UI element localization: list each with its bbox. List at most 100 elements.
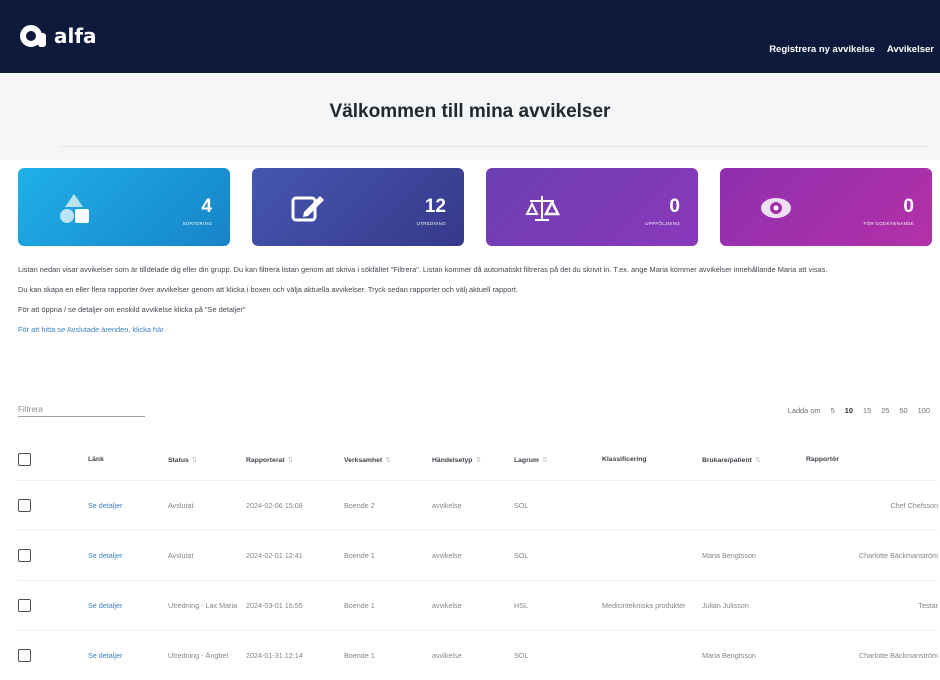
closed-cases-link[interactable]: För att hitta se Avslutade ärenden, klic… [18, 325, 164, 334]
col-header-verksamhet[interactable]: Verksamhet ⇅ [344, 440, 432, 480]
see-details-link[interactable]: Se detaljer [88, 601, 122, 610]
card-uppfoljning[interactable]: 0 UPPFÖLJNING [486, 168, 698, 246]
card-label: SORTERING [182, 221, 212, 226]
col-header-event-type[interactable]: Händelsetyp ⇅ [432, 440, 514, 480]
sort-icon: ⇅ [287, 456, 294, 464]
col-header-lagrum[interactable]: Lagrum ⇅ [514, 440, 602, 480]
row-checkbox[interactable] [18, 548, 31, 562]
sort-icon: ⇅ [385, 456, 391, 464]
cell-reported: 2024-02-06 15:08 [246, 479, 344, 530]
row-checkbox[interactable] [18, 498, 31, 512]
main-nav: Registrera ny avvikelse Avvikelser [769, 44, 934, 55]
card-count: 4 [201, 196, 212, 217]
nav-register-deviation[interactable]: Registrera ny avvikelse [769, 44, 875, 55]
cell-event-type: avvikelse [432, 579, 514, 630]
col-header-status[interactable]: Status ⇅ [168, 440, 246, 480]
cell-reported: 2024-03-01 16:55 [246, 579, 344, 630]
sort-icon: ⇅ [475, 456, 482, 464]
cell-status: Utredning - Ängbet [168, 629, 246, 680]
col-header-link: Länk [88, 456, 104, 464]
nav-deviations[interactable]: Avvikelser [887, 44, 934, 55]
cell-lagrum: HSL [514, 579, 602, 630]
see-details-link[interactable]: Se detaljer [88, 551, 122, 560]
cell-event-type: avvikelse [432, 529, 514, 580]
cell-status: Utredning - Lax Maria [168, 579, 246, 630]
logo-text: alfa [54, 24, 97, 48]
cell-verksamhet: Boende 2 [344, 479, 432, 530]
table-header-row: Länk Status ⇅ Rapporterat ⇅ Verksamhet ⇅ Hä… [18, 440, 938, 480]
logo[interactable]: alfa [20, 25, 97, 47]
page-size-15[interactable]: 15 [863, 406, 871, 415]
sort-icon: ⇅ [191, 456, 198, 464]
table-row: Se detaljer Utredning - Lax Maria 2024-0… [18, 579, 938, 630]
cell-reporter: Charlotte Bäckmanström [806, 529, 938, 580]
cell-status: Avslutat [168, 479, 246, 530]
col-header-reported[interactable]: Rapporterat ⇅ [246, 440, 344, 480]
top-navbar: alfa Registrera ny avvikelse Avvikelser [0, 0, 940, 73]
cell-classification [602, 529, 702, 580]
page-size-5[interactable]: 5 [831, 406, 835, 415]
instructions: Listan nedan visar avvikelser som är til… [18, 264, 933, 344]
instruction-details: För att öppna / se detaljer om enskild a… [18, 305, 246, 314]
page-size-10[interactable]: 10 [845, 406, 853, 415]
table-row: Se detaljer Avslutat 2024-02-06 15:08 Bo… [18, 479, 938, 530]
card-count: 0 [903, 196, 914, 217]
card-count: 0 [669, 196, 680, 217]
col-header-classification: Klassificering [602, 456, 647, 464]
card-for-godkannande[interactable]: 0 FÖR GODKÄNNANDE [720, 168, 932, 246]
table-row: Se detaljer Avslutat 2024-02-01 12:41 Bo… [18, 529, 938, 580]
cell-status: Avslutat [168, 529, 246, 580]
cell-patient: Maria Bengtsson [702, 529, 806, 580]
scale-icon [525, 196, 560, 221]
cell-event-type: avvikelse [432, 479, 514, 530]
eye-icon [761, 198, 791, 218]
select-all-checkbox[interactable] [18, 453, 31, 467]
card-label: UPPFÖLJNING [645, 221, 680, 226]
cell-reporter: Chef Chefsson [806, 479, 938, 530]
filter-input[interactable] [18, 403, 145, 417]
card-utredning[interactable]: 12 UTREDNING [252, 168, 464, 246]
col-header-patient[interactable]: Brukare/patient ⇅ [702, 440, 806, 480]
see-details-link[interactable]: Se detaljer [88, 501, 122, 510]
page-size-100[interactable]: 100 [918, 406, 930, 415]
cell-classification: Medicintekniska produkter [602, 579, 702, 630]
instruction-reports: Du kan skapa en eller flera rapporter öv… [18, 285, 518, 294]
sort-icon: ⇅ [754, 456, 761, 464]
row-checkbox[interactable] [18, 598, 31, 612]
cell-patient [702, 479, 806, 530]
row-checkbox[interactable] [18, 648, 31, 662]
cell-lagrum: SOL [514, 629, 602, 680]
sort-icon: ⇅ [541, 456, 548, 464]
page-title: Välkommen till mina avvikelser [329, 101, 611, 122]
instruction-filter: Listan nedan visar avvikelser som är til… [18, 265, 828, 274]
page-size-label: Ladda om [787, 406, 821, 415]
cell-reported: 2024-01-31 12:14 [246, 629, 344, 680]
cell-patient: Maria Bengtsson [702, 629, 806, 680]
page-header: Välkommen till mina avvikelser [0, 73, 940, 160]
cell-classification [602, 629, 702, 680]
card-label: UTREDNING [416, 221, 446, 226]
cell-verksamhet: Boende 1 [344, 529, 432, 580]
cell-patient: Julian Julisson [702, 579, 806, 630]
cell-lagrum: SOL [514, 479, 602, 530]
page-size-selector: Ladda om 5 10 15 25 50 100 [788, 406, 930, 415]
page-size-25[interactable]: 25 [881, 406, 889, 415]
table-row: Se detaljer Utredning - Ängbet 2024-01-3… [18, 629, 938, 680]
cell-reported: 2024-02-01 12:41 [246, 529, 344, 580]
title-divider [60, 146, 930, 147]
cell-reporter: Charlotte Bäckmanström [806, 629, 938, 680]
cell-event-type: avvikelse [432, 629, 514, 680]
page-size-50[interactable]: 50 [899, 406, 907, 415]
cell-classification [602, 479, 702, 530]
shapes-icon [60, 194, 89, 223]
col-header-reporter: Rapportör [806, 456, 839, 464]
card-sortering[interactable]: 4 SORTERING [18, 168, 230, 246]
card-count: 12 [424, 196, 446, 217]
see-details-link[interactable]: Se detaljer [88, 651, 122, 660]
cell-verksamhet: Boende 1 [344, 629, 432, 680]
stat-cards: 4 SORTERING 12 UTREDNING 0 UPPFÖLJNING 0… [18, 168, 938, 248]
cell-reporter: Testar [806, 579, 938, 630]
logo-mark-icon [20, 25, 46, 47]
edit-icon [291, 196, 324, 222]
card-label: FÖR GODKÄNNANDE [863, 221, 914, 226]
